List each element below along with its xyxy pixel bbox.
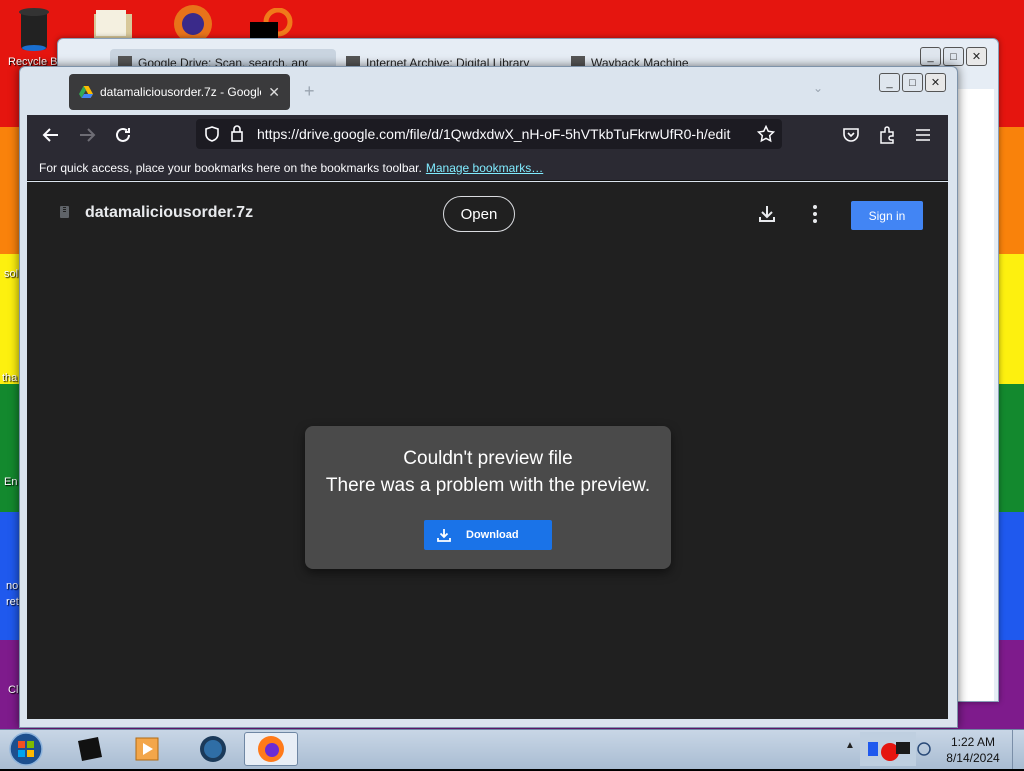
pocket-icon[interactable] bbox=[839, 123, 863, 147]
google-drive-icon bbox=[79, 86, 93, 98]
tab-title: datamaliciousorder.7z - Google Drive bbox=[100, 85, 261, 99]
desktop-edge-label: sol bbox=[4, 268, 19, 280]
extensions-icon[interactable] bbox=[875, 123, 899, 147]
clock-time: 1:22 AM bbox=[950, 735, 996, 749]
show-desktop-button[interactable] bbox=[1012, 730, 1024, 769]
url-text: https://drive.google.com/file/d/1QwdxdwX… bbox=[257, 126, 731, 142]
close-icon[interactable]: ✕ bbox=[925, 73, 946, 92]
tab-strip: datamaliciousorder.7z - Google Drive ✕ +… bbox=[20, 67, 957, 115]
bookmarks-toolbar: For quick access, place your bookmarks h… bbox=[27, 155, 948, 181]
notification-area bbox=[860, 732, 916, 766]
lock-icon[interactable] bbox=[230, 125, 244, 142]
maximize-icon[interactable]: □ bbox=[943, 47, 964, 66]
network-status-icon[interactable] bbox=[917, 742, 931, 756]
taskbar: ▲ 1:22 AM 8/14/2024 bbox=[0, 729, 1024, 769]
download-button-label: Download bbox=[466, 529, 519, 541]
desktop-edge-label: En bbox=[4, 476, 18, 488]
window-controls: _ □ ✕ bbox=[879, 73, 946, 92]
taskbar-item-terminal[interactable] bbox=[62, 732, 116, 766]
reload-icon[interactable] bbox=[111, 123, 135, 147]
desktop-edge-label: ret bbox=[6, 596, 19, 608]
error-message: There was a problem with the preview. bbox=[325, 475, 651, 496]
recycle-bin-icon bbox=[18, 8, 49, 51]
bookmarks-hint-text: For quick access, place your bookmarks h… bbox=[39, 160, 422, 175]
back-window-content-edge bbox=[956, 89, 994, 701]
error-title: Couldn't preview file bbox=[403, 448, 573, 469]
minimize-icon[interactable]: _ bbox=[920, 47, 941, 66]
taskbar-item-network[interactable] bbox=[186, 732, 240, 766]
start-button-icon[interactable] bbox=[6, 732, 46, 767]
bookmark-star-icon[interactable] bbox=[757, 125, 775, 143]
drive-preview-page: datamaliciousorder.7z Open Sign in Could… bbox=[27, 182, 948, 719]
firefox-icon bbox=[258, 736, 284, 762]
preview-error-card: Couldn't preview file There was a proble… bbox=[305, 426, 671, 569]
minimize-icon[interactable]: _ bbox=[879, 73, 900, 92]
new-tab-icon[interactable]: + bbox=[304, 81, 315, 102]
maximize-icon[interactable]: □ bbox=[902, 73, 923, 92]
sign-in-button[interactable]: Sign in bbox=[851, 201, 923, 230]
taskbar-item-media-player[interactable] bbox=[120, 732, 174, 766]
app-menu-icon[interactable] bbox=[911, 123, 935, 147]
tray-icons[interactable] bbox=[860, 732, 916, 766]
desktop-edge-label: tha bbox=[2, 372, 18, 384]
taskbar-item-firefox[interactable] bbox=[244, 732, 298, 766]
more-options-icon[interactable] bbox=[806, 202, 824, 226]
firefox-window: datamaliciousorder.7z - Google Drive ✕ +… bbox=[19, 66, 958, 728]
file-header: datamaliciousorder.7z Open Sign in bbox=[27, 182, 948, 248]
url-bar[interactable]: https://drive.google.com/file/d/1QwdxdwX… bbox=[196, 119, 782, 149]
archive-file-icon bbox=[60, 206, 69, 218]
show-hidden-icons-icon[interactable]: ▲ bbox=[845, 740, 855, 751]
forward-arrow-icon[interactable] bbox=[75, 123, 99, 147]
download-icon bbox=[437, 529, 451, 542]
open-button[interactable]: Open bbox=[443, 196, 515, 232]
download-icon[interactable] bbox=[756, 203, 778, 225]
desktop-edge-label: no bbox=[6, 580, 19, 592]
back-window-controls: _ □ ✕ bbox=[920, 47, 987, 66]
list-all-tabs-icon[interactable]: ⌄ bbox=[813, 81, 823, 95]
terminal-icon bbox=[78, 737, 102, 761]
tab-close-icon[interactable]: ✕ bbox=[268, 84, 280, 101]
clock-date: 8/14/2024 bbox=[946, 751, 1000, 765]
manage-bookmarks-link[interactable]: Manage bookmarks… bbox=[426, 161, 543, 175]
desktop-edge-label: Cl bbox=[8, 684, 19, 696]
download-button[interactable]: Download bbox=[424, 520, 552, 550]
back-arrow-icon[interactable] bbox=[39, 123, 63, 147]
desktop-icon-recycle-bin[interactable]: Recycle B bbox=[8, 4, 58, 68]
shield-icon[interactable] bbox=[204, 126, 220, 142]
tab-datamaliciousorder[interactable]: datamaliciousorder.7z - Google Drive ✕ bbox=[69, 74, 290, 110]
file-name: datamaliciousorder.7z bbox=[85, 204, 254, 221]
navigation-toolbar: https://drive.google.com/file/d/1QwdxdwX… bbox=[27, 115, 948, 155]
close-icon[interactable]: ✕ bbox=[966, 47, 987, 66]
network-globe-icon bbox=[200, 736, 226, 762]
media-player-icon bbox=[135, 737, 159, 761]
system-clock[interactable]: 1:22 AM 8/14/2024 bbox=[936, 734, 1010, 766]
